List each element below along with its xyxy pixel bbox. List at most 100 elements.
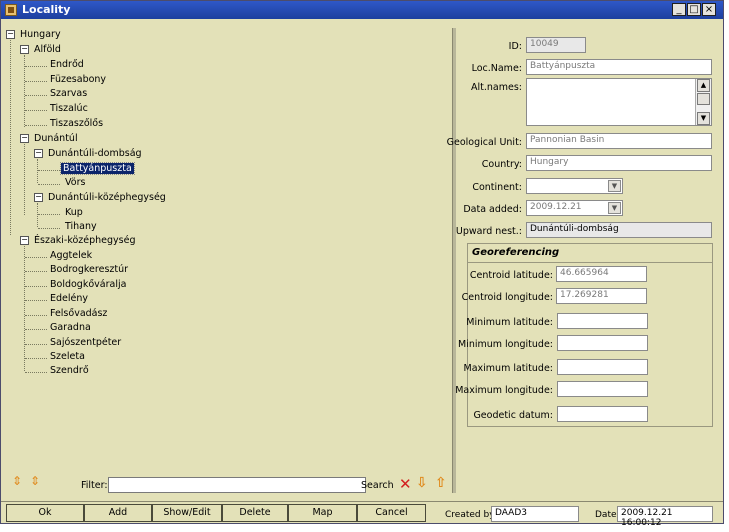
tree-node-garadna[interactable]: Garadna bbox=[48, 322, 93, 334]
tree-node-bodrogkeresztur[interactable]: Bodrogkeresztúr bbox=[48, 264, 130, 276]
tree-line bbox=[25, 110, 47, 111]
tree-line bbox=[25, 344, 47, 345]
tree-node-dunantuli-dombsag[interactable]: − Dunántúli-dombság bbox=[34, 148, 144, 160]
max-lon-field[interactable] bbox=[557, 381, 648, 397]
date-label: Date: bbox=[595, 510, 620, 520]
date-added-select[interactable]: 2009.12.21 ▼ bbox=[526, 200, 623, 216]
chevron-down-icon[interactable]: ▼ bbox=[608, 180, 621, 192]
locname-field[interactable]: Battyánpuszta bbox=[526, 59, 712, 75]
tree-line bbox=[37, 159, 38, 183]
continent-select[interactable]: ▼ bbox=[526, 178, 623, 194]
scroll-down-icon[interactable]: ▼ bbox=[697, 112, 710, 125]
tree-node-alfold[interactable]: − Alföld bbox=[20, 44, 63, 56]
map-button[interactable]: Map bbox=[288, 504, 357, 522]
collapse-all-icon[interactable]: ⇕ bbox=[29, 475, 41, 493]
locality-window: Locality _ □ × − Hungary − Alföld Endrőd F… bbox=[0, 0, 724, 528]
tree-node-fuzesabony[interactable]: Füzesabony bbox=[48, 74, 108, 86]
divider bbox=[468, 262, 712, 263]
tree-node-felsovadasz[interactable]: Felsővadász bbox=[48, 308, 109, 320]
collapse-toggle-icon[interactable]: − bbox=[34, 149, 43, 158]
geounit-field[interactable]: Pannonian Basin bbox=[526, 133, 712, 149]
tree-node-kup[interactable]: Kup bbox=[63, 207, 85, 219]
scroll-thumb[interactable] bbox=[697, 93, 710, 105]
tree-node-vors[interactable]: Vörs bbox=[63, 177, 87, 189]
tree-node-tiszaszolos[interactable]: Tiszaszőlős bbox=[48, 118, 105, 130]
locality-tree[interactable]: − Hungary − Alföld Endrőd Füzesabony Szarv… bbox=[6, 29, 451, 467]
tree-node-edeleny[interactable]: Edelény bbox=[48, 293, 90, 305]
country-field[interactable]: Hungary bbox=[526, 155, 712, 171]
delete-button[interactable]: Delete bbox=[222, 504, 288, 522]
max-lat-field[interactable] bbox=[557, 359, 648, 375]
tree-node-eszaki-kozephegyseg[interactable]: − Északi-középhegység bbox=[20, 235, 138, 247]
tree-node-sajoszentpeter[interactable]: Sajószentpéter bbox=[48, 337, 123, 349]
next-match-icon[interactable]: ⇩ bbox=[416, 475, 428, 491]
clear-filter-icon[interactable]: ✕ bbox=[399, 476, 412, 492]
collapse-toggle-icon[interactable]: − bbox=[20, 236, 29, 245]
upward-nest-label: Upward nest.: bbox=[455, 226, 522, 237]
tree-line bbox=[25, 81, 47, 82]
tree-line bbox=[38, 228, 60, 229]
close-button[interactable]: × bbox=[702, 3, 716, 16]
tree-node-hungary[interactable]: − Hungary bbox=[6, 29, 63, 41]
max-lon-label: Maximum longitude: bbox=[455, 385, 553, 396]
tree-line bbox=[25, 329, 47, 330]
tree-line bbox=[25, 300, 47, 301]
upward-nest-field: Dunántúli-dombság bbox=[526, 222, 712, 238]
created-by-field: DAAD3 bbox=[491, 506, 579, 522]
tree-line bbox=[25, 95, 47, 96]
centroid-lat-field[interactable]: 46.665964 bbox=[556, 266, 647, 282]
cancel-button[interactable]: Cancel bbox=[357, 504, 426, 522]
geodetic-datum-field[interactable] bbox=[557, 406, 648, 422]
altnames-textarea[interactable]: ▲ ▼ bbox=[526, 78, 712, 126]
add-button[interactable]: Add bbox=[84, 504, 152, 522]
scroll-up-icon[interactable]: ▲ bbox=[697, 79, 710, 92]
geounit-label: Geological Unit: bbox=[446, 137, 522, 148]
tree-node-battyanpuszta[interactable]: Battyánpuszta bbox=[60, 162, 135, 175]
tree-node-boldogkovaralja[interactable]: Boldogkőváralja bbox=[48, 279, 128, 291]
show-edit-button[interactable]: Show/Edit bbox=[152, 504, 222, 522]
tree-node-tihany[interactable]: Tihany bbox=[63, 221, 99, 233]
minimize-button[interactable]: _ bbox=[672, 3, 686, 16]
date-added-label: Data added: bbox=[463, 204, 522, 215]
collapse-toggle-icon[interactable]: − bbox=[20, 134, 29, 143]
altnames-scrollbar[interactable]: ▲ ▼ bbox=[695, 79, 711, 125]
tree-node-dunantuli-kozephegyseg[interactable]: − Dunántúli-középhegység bbox=[34, 192, 168, 204]
filter-input[interactable] bbox=[108, 477, 366, 493]
id-label: ID: bbox=[508, 41, 522, 52]
collapse-toggle-icon[interactable]: − bbox=[6, 30, 15, 39]
tree-line bbox=[25, 286, 47, 287]
search-button[interactable]: Search bbox=[361, 480, 394, 491]
collapse-toggle-icon[interactable]: − bbox=[20, 45, 29, 54]
tree-line bbox=[24, 246, 25, 371]
centroid-lon-field[interactable]: 17.269281 bbox=[556, 288, 647, 304]
tree-line bbox=[25, 125, 47, 126]
tree-node-szeleta[interactable]: Szeleta bbox=[48, 351, 87, 363]
tree-line bbox=[25, 66, 47, 67]
chevron-down-icon[interactable]: ▼ bbox=[608, 202, 621, 214]
min-lat-field[interactable] bbox=[557, 313, 648, 329]
tree-node-szarvas[interactable]: Szarvas bbox=[48, 88, 89, 100]
maximize-button[interactable]: □ bbox=[687, 3, 701, 16]
created-by-label: Created by: bbox=[445, 510, 497, 520]
collapse-toggle-icon[interactable]: − bbox=[34, 193, 43, 202]
date-field: 2009.12.21 16:00:12 bbox=[617, 506, 713, 528]
tree-node-dunantul[interactable]: − Dunántúl bbox=[20, 133, 80, 145]
app-icon bbox=[5, 4, 17, 16]
expand-all-icon[interactable]: ⇕ bbox=[11, 475, 23, 493]
title-bar[interactable]: Locality _ □ × bbox=[1, 1, 723, 19]
min-lat-label: Minimum latitude: bbox=[466, 317, 553, 328]
min-lon-label: Minimum longitude: bbox=[457, 339, 553, 350]
tree-node-endrod[interactable]: Endrőd bbox=[48, 59, 86, 71]
continent-label: Continent: bbox=[472, 182, 522, 193]
tree-node-aggtelek[interactable]: Aggtelek bbox=[48, 250, 94, 262]
altnames-label: Alt.names: bbox=[471, 82, 522, 93]
tree-line bbox=[25, 271, 47, 272]
tree-node-szendro[interactable]: Szendrő bbox=[48, 365, 91, 377]
previous-match-icon[interactable]: ⇧ bbox=[435, 475, 447, 491]
tree-node-tiszaluc[interactable]: Tiszalúc bbox=[48, 103, 90, 115]
split-pane-divider[interactable] bbox=[452, 28, 456, 493]
tree-line bbox=[37, 203, 38, 227]
tree-line bbox=[25, 372, 47, 373]
ok-button[interactable]: Ok bbox=[6, 504, 84, 522]
min-lon-field[interactable] bbox=[557, 335, 648, 351]
